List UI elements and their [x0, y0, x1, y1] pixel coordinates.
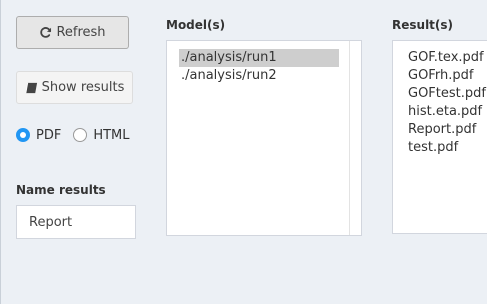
radio-button-unchecked[interactable]	[73, 128, 88, 142]
book-icon	[25, 82, 38, 94]
format-option-label: PDF	[36, 127, 62, 143]
model-list-item[interactable]: ./analysis/run1	[179, 49, 339, 67]
result-list-item[interactable]: GOF.tex.pdf	[393, 49, 487, 67]
show-results-button[interactable]: Show results	[16, 71, 133, 104]
format-option-label: HTML	[93, 127, 130, 143]
models-listbox[interactable]: ./analysis/run1 ./analysis/run2	[166, 40, 362, 236]
model-list-item[interactable]: ./analysis/run2	[179, 67, 339, 85]
refresh-button-label: Refresh	[56, 25, 106, 40]
result-list-item[interactable]: hist.eta.pdf	[393, 103, 487, 121]
models-scrollbar[interactable]	[349, 41, 361, 235]
format-radio-group: PDF HTML	[16, 126, 142, 144]
result-list-item[interactable]: test.pdf	[393, 139, 487, 157]
format-option-html[interactable]: HTML	[73, 127, 130, 143]
results-label: Result(s)	[392, 18, 454, 32]
results-listbox[interactable]: GOF.tex.pdf GOFrh.pdf GOFtest.pdf hist.e…	[392, 40, 487, 234]
result-list-item[interactable]: GOFtest.pdf	[393, 85, 487, 103]
show-results-button-label: Show results	[41, 80, 125, 95]
name-results-input[interactable]: Report	[16, 205, 136, 239]
name-results-label: Name results	[16, 183, 106, 197]
models-label: Model(s)	[166, 18, 226, 32]
panel-left-border	[0, 0, 1, 304]
radio-button-checked[interactable]	[16, 128, 30, 142]
refresh-icon	[39, 26, 52, 39]
format-option-pdf[interactable]: PDF	[16, 128, 61, 143]
refresh-button[interactable]: Refresh	[16, 16, 129, 49]
result-list-item[interactable]: GOFrh.pdf	[393, 67, 487, 85]
result-list-item[interactable]: Report.pdf	[393, 121, 487, 139]
name-results-value: Report	[29, 214, 73, 230]
